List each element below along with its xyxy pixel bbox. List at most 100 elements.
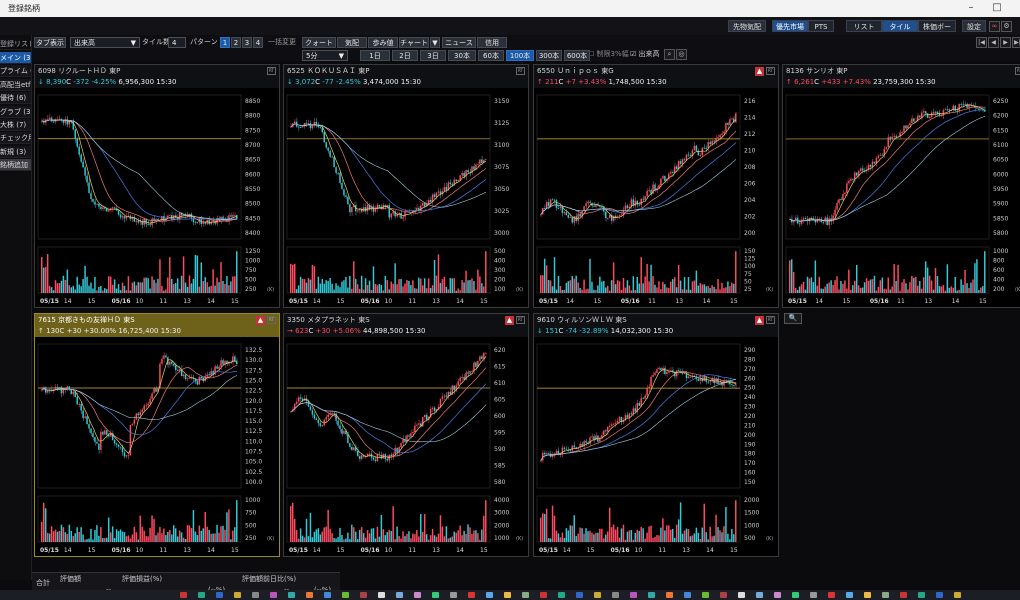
price-chart[interactable]: 8850880087508700865086008550850084508400… bbox=[35, 89, 279, 307]
taskbar-app-icon[interactable] bbox=[396, 592, 403, 598]
futures-quote-button[interactable]: 先物気配 bbox=[728, 20, 766, 32]
taskbar-app-icon[interactable] bbox=[936, 592, 943, 598]
taskbar-app-icon[interactable] bbox=[900, 592, 907, 598]
taskbar-app-icon[interactable] bbox=[594, 592, 601, 598]
taskbar-app-icon[interactable] bbox=[324, 592, 331, 598]
taskbar-app-icon[interactable] bbox=[504, 592, 511, 598]
taskbar-app-icon[interactable] bbox=[180, 592, 187, 598]
taskbar-app-icon[interactable] bbox=[756, 592, 763, 598]
list-view-button[interactable]: リスト bbox=[846, 20, 882, 32]
volume-checkbox[interactable]: ☑ 出来高 bbox=[630, 49, 660, 60]
taskbar-app-icon[interactable] bbox=[342, 592, 349, 598]
next-page-icon[interactable]: ▶ bbox=[1000, 37, 1011, 48]
span-button[interactable]: 1日 bbox=[360, 50, 390, 61]
taskbar-app-icon[interactable] bbox=[612, 592, 619, 598]
pattern-button[interactable]: 2 bbox=[231, 37, 241, 48]
realtime-icon[interactable]: RT bbox=[516, 316, 525, 324]
priority-market-button[interactable]: 優先市場 bbox=[772, 20, 808, 32]
taskbar-app-icon[interactable] bbox=[792, 592, 799, 598]
chart-dropdown-icon[interactable]: ▼ bbox=[430, 37, 440, 48]
taskbar-app-icon[interactable] bbox=[378, 592, 385, 598]
minimize-icon[interactable]: – bbox=[964, 2, 978, 13]
taskbar-app-icon[interactable] bbox=[684, 592, 691, 598]
taskbar-app-icon[interactable] bbox=[810, 592, 817, 598]
taskbar-app-icon[interactable] bbox=[774, 592, 781, 598]
taskbar-app-icon[interactable] bbox=[450, 592, 457, 598]
stock-tile[interactable]: 9610 ウィルソンＷＬＷ 東S ▲ RT ↓ 151C -74 -32.89% 14… bbox=[533, 313, 779, 557]
taskbar-app-icon[interactable] bbox=[288, 592, 295, 598]
sidebar-item[interactable]: プライム (6) bbox=[0, 65, 31, 78]
taskbar-app-icon[interactable] bbox=[882, 592, 889, 598]
stock-tile[interactable]: 6098 リクルートＨＤ 東P RT ↓ 8,390C -372 -4.25% 6,… bbox=[34, 64, 280, 308]
price-chart[interactable]: 2902802702602502402302202102001901801701… bbox=[534, 338, 778, 556]
taskbar-app-icon[interactable] bbox=[486, 592, 493, 598]
bid-ask-button[interactable]: 気配 bbox=[337, 37, 367, 48]
sidebar-item[interactable]: 新規 (3) bbox=[0, 145, 31, 158]
realtime-icon[interactable]: RT bbox=[267, 316, 276, 324]
taskbar-app-icon[interactable] bbox=[666, 592, 673, 598]
taskbar-app-icon[interactable] bbox=[738, 592, 745, 598]
sidebar-item[interactable]: メイン (31) bbox=[0, 52, 31, 64]
taskbar-app-icon[interactable] bbox=[702, 592, 709, 598]
pattern-button[interactable]: 1 bbox=[220, 37, 230, 48]
price-chart[interactable]: 2162142122102082062042022001501251007550… bbox=[534, 89, 778, 307]
tile-view-button[interactable]: タイル bbox=[882, 20, 918, 32]
settings-button[interactable]: 設定 bbox=[962, 20, 986, 32]
realtime-icon[interactable]: RT bbox=[1015, 67, 1020, 75]
pattern-button[interactable]: 3 bbox=[242, 37, 252, 48]
taskbar-app-icon[interactable] bbox=[828, 592, 835, 598]
sidebar-item[interactable]: 大株 (7) bbox=[0, 119, 31, 131]
price-chart[interactable]: 6206156106056005955905855804000300020001… bbox=[284, 338, 528, 556]
taskbar-app-icon[interactable] bbox=[468, 592, 475, 598]
tile-count-select[interactable]: 4 bbox=[168, 37, 186, 48]
gear-icon[interactable]: ⚙ bbox=[1001, 21, 1012, 32]
stock-tile[interactable]: 6550 Ｕｎｉｐｏｓ 東G ▲ RT ↑ 211C +7 +3.43% 1,748,… bbox=[533, 64, 779, 308]
last-page-icon[interactable]: ▶| bbox=[1012, 37, 1020, 48]
taskbar-app-icon[interactable] bbox=[522, 592, 529, 598]
taskbar-app-icon[interactable] bbox=[558, 592, 565, 598]
stock-tile[interactable]: 7615 京都きもの友禅ＨＤ 東S ▲ RT ↑ 130C +30 +30.00% 1… bbox=[34, 313, 280, 557]
quote-button[interactable]: クォート bbox=[302, 37, 336, 48]
taskbar-app-icon[interactable] bbox=[234, 592, 241, 598]
taskbar-app-icon[interactable] bbox=[864, 592, 871, 598]
sort-dropdown[interactable]: 出来高 ▼ bbox=[70, 37, 140, 48]
taskbar-app-icon[interactable] bbox=[198, 592, 205, 598]
sidebar-item[interactable]: グラブ (3) bbox=[0, 105, 31, 118]
taskbar-app-icon[interactable] bbox=[720, 592, 727, 598]
span-button[interactable]: 100本 bbox=[506, 50, 534, 61]
zoom-icon[interactable]: ⌕ bbox=[664, 49, 675, 60]
search-icon[interactable]: 🔍 bbox=[784, 313, 802, 324]
price-chart[interactable]: 3150312531003075305030253000500400300200… bbox=[284, 89, 528, 307]
limit-checkbox[interactable]: ☐ 制限3%幅 bbox=[588, 49, 629, 60]
sidebar-item[interactable]: 高配当etf bbox=[0, 78, 31, 91]
refresh-icon[interactable]: ◎ bbox=[676, 49, 687, 60]
span-button[interactable]: 600本 bbox=[564, 50, 590, 61]
price-chart[interactable]: 6250620061506100605060005950590058505800… bbox=[783, 89, 1020, 307]
news-button[interactable]: ニュース bbox=[442, 37, 476, 48]
prev-page-icon[interactable]: ◀ bbox=[988, 37, 999, 48]
taskbar-app-icon[interactable] bbox=[432, 592, 439, 598]
span-button[interactable]: 300本 bbox=[536, 50, 562, 61]
span-button[interactable]: 30本 bbox=[448, 50, 476, 61]
pattern-button[interactable]: 4 bbox=[253, 37, 263, 48]
realtime-icon[interactable]: RT bbox=[267, 67, 276, 75]
stock-tile[interactable]: 6525 ＫＯＫＵＳＡＩ 東P RT ↓ 3,072C -77 -2.45% 3,4… bbox=[283, 64, 529, 308]
span-button[interactable]: 3日 bbox=[420, 50, 446, 61]
realtime-icon[interactable]: RT bbox=[516, 67, 525, 75]
tab-display-button[interactable]: タブ表示 bbox=[34, 37, 66, 48]
span-button[interactable]: 60本 bbox=[478, 50, 504, 61]
stock-tile[interactable]: 3350 メタプラネット 東S ▲ RT → 623C +30 +5.06% 44,8… bbox=[283, 313, 529, 557]
taskbar-app-icon[interactable] bbox=[648, 592, 655, 598]
taskbar-app-icon[interactable] bbox=[954, 592, 961, 598]
taskbar-app-icon[interactable] bbox=[306, 592, 313, 598]
credit-button[interactable]: 信用 bbox=[477, 37, 507, 48]
taskbar-app-icon[interactable] bbox=[252, 592, 259, 598]
taskbar-app-icon[interactable] bbox=[918, 592, 925, 598]
sidebar-item[interactable]: 銘柄追加 bbox=[0, 159, 31, 172]
taskbar-app-icon[interactable] bbox=[846, 592, 853, 598]
taskbar-app-icon[interactable] bbox=[216, 592, 223, 598]
taskbar-app-icon[interactable] bbox=[270, 592, 277, 598]
taskbar-app-icon[interactable] bbox=[360, 592, 367, 598]
price-chart[interactable]: 132.5130.0127.5125.0122.5120.0117.5115.0… bbox=[35, 338, 279, 556]
tick-button[interactable]: 歩み値 bbox=[368, 37, 398, 48]
